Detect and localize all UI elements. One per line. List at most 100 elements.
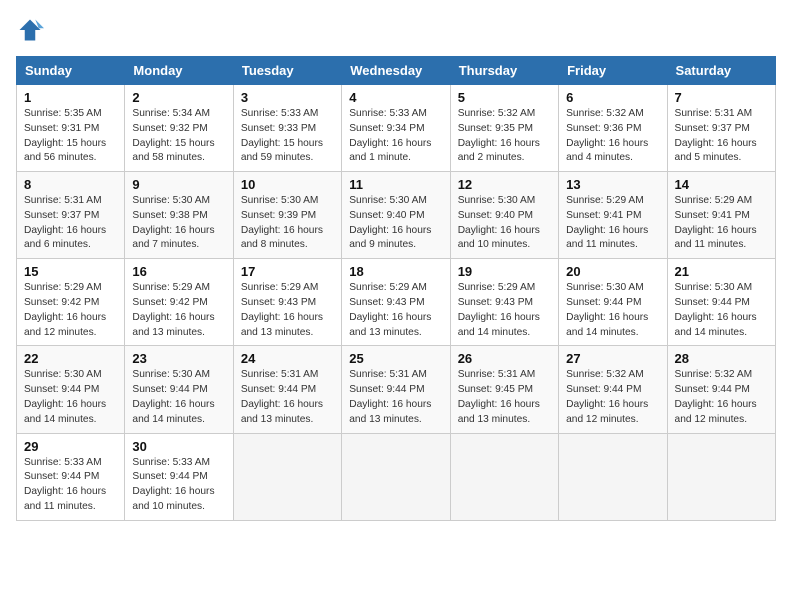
day-number: 9: [132, 177, 225, 192]
day-info: Sunrise: 5:29 AM Sunset: 9:41 PM Dayligh…: [566, 194, 659, 253]
day-cell-14: 14 Sunrise: 5:29 AM Sunset: 9:41 PM Dayli…: [667, 172, 775, 259]
day-info: Sunrise: 5:33 AM Sunset: 9:34 PM Dayligh…: [349, 107, 442, 166]
day-number: 4: [349, 90, 442, 105]
day-info: Sunrise: 5:29 AM Sunset: 9:41 PM Dayligh…: [675, 194, 768, 253]
day-info: Sunrise: 5:29 AM Sunset: 9:42 PM Dayligh…: [24, 281, 117, 340]
empty-cell: [559, 433, 667, 520]
day-cell-28: 28 Sunrise: 5:32 AM Sunset: 9:44 PM Dayli…: [667, 346, 775, 433]
day-number: 23: [132, 351, 225, 366]
day-cell-5: 5 Sunrise: 5:32 AM Sunset: 9:35 PM Daylig…: [450, 85, 558, 172]
day-info: Sunrise: 5:32 AM Sunset: 9:35 PM Dayligh…: [458, 107, 551, 166]
day-info: Sunrise: 5:30 AM Sunset: 9:44 PM Dayligh…: [24, 368, 117, 427]
day-cell-10: 10 Sunrise: 5:30 AM Sunset: 9:39 PM Dayli…: [233, 172, 341, 259]
day-cell-11: 11 Sunrise: 5:30 AM Sunset: 9:40 PM Dayli…: [342, 172, 450, 259]
day-number: 21: [675, 264, 768, 279]
day-number: 25: [349, 351, 442, 366]
day-number: 12: [458, 177, 551, 192]
day-info: Sunrise: 5:33 AM Sunset: 9:44 PM Dayligh…: [24, 456, 117, 515]
day-cell-8: 8Sunrise: 5:31 AM Sunset: 9:37 PM Daylig…: [17, 172, 125, 259]
empty-cell: [450, 433, 558, 520]
day-number: 2: [132, 90, 225, 105]
day-info: Sunrise: 5:32 AM Sunset: 9:44 PM Dayligh…: [566, 368, 659, 427]
day-cell-24: 24 Sunrise: 5:31 AM Sunset: 9:44 PM Dayli…: [233, 346, 341, 433]
day-number: 17: [241, 264, 334, 279]
header-tuesday: Tuesday: [233, 57, 341, 85]
day-number: 27: [566, 351, 659, 366]
day-number: 16: [132, 264, 225, 279]
day-info: Sunrise: 5:31 AM Sunset: 9:44 PM Dayligh…: [349, 368, 442, 427]
header-monday: Monday: [125, 57, 233, 85]
week-row-3: 15 Sunrise: 5:29 AM Sunset: 9:42 PM Dayli…: [17, 259, 776, 346]
day-number: 11: [349, 177, 442, 192]
day-info: Sunrise: 5:35 AM Sunset: 9:31 PM Dayligh…: [24, 107, 117, 166]
day-cell-20: 20 Sunrise: 5:30 AM Sunset: 9:44 PM Dayli…: [559, 259, 667, 346]
empty-cell: [342, 433, 450, 520]
day-info: Sunrise: 5:33 AM Sunset: 9:44 PM Dayligh…: [132, 456, 225, 515]
day-info: Sunrise: 5:30 AM Sunset: 9:39 PM Dayligh…: [241, 194, 334, 253]
day-info: Sunrise: 5:31 AM Sunset: 9:44 PM Dayligh…: [241, 368, 334, 427]
day-number: 10: [241, 177, 334, 192]
day-cell-17: 17 Sunrise: 5:29 AM Sunset: 9:43 PM Dayli…: [233, 259, 341, 346]
day-info: Sunrise: 5:32 AM Sunset: 9:44 PM Dayligh…: [675, 368, 768, 427]
day-number: 7: [675, 90, 768, 105]
day-number: 28: [675, 351, 768, 366]
page-header: [16, 16, 776, 44]
day-number: 26: [458, 351, 551, 366]
day-cell-15: 15 Sunrise: 5:29 AM Sunset: 9:42 PM Dayli…: [17, 259, 125, 346]
day-info: Sunrise: 5:29 AM Sunset: 9:43 PM Dayligh…: [458, 281, 551, 340]
day-number: 5: [458, 90, 551, 105]
day-cell-25: 25 Sunrise: 5:31 AM Sunset: 9:44 PM Dayli…: [342, 346, 450, 433]
header-wednesday: Wednesday: [342, 57, 450, 85]
day-cell-12: 12 Sunrise: 5:30 AM Sunset: 9:40 PM Dayli…: [450, 172, 558, 259]
day-number: 6: [566, 90, 659, 105]
day-info: Sunrise: 5:30 AM Sunset: 9:38 PM Dayligh…: [132, 194, 225, 253]
day-number: 29: [24, 439, 117, 454]
week-row-5: 29 Sunrise: 5:33 AM Sunset: 9:44 PM Dayli…: [17, 433, 776, 520]
empty-cell: [667, 433, 775, 520]
day-cell-30: 30Sunrise: 5:33 AM Sunset: 9:44 PM Dayli…: [125, 433, 233, 520]
day-cell-19: 19 Sunrise: 5:29 AM Sunset: 9:43 PM Dayli…: [450, 259, 558, 346]
day-info: Sunrise: 5:32 AM Sunset: 9:36 PM Dayligh…: [566, 107, 659, 166]
logo: [16, 16, 48, 44]
day-number: 3: [241, 90, 334, 105]
day-cell-23: 23 Sunrise: 5:30 AM Sunset: 9:44 PM Dayli…: [125, 346, 233, 433]
day-cell-16: 16 Sunrise: 5:29 AM Sunset: 9:42 PM Dayli…: [125, 259, 233, 346]
day-number: 15: [24, 264, 117, 279]
day-info: Sunrise: 5:33 AM Sunset: 9:33 PM Dayligh…: [241, 107, 334, 166]
week-row-4: 22 Sunrise: 5:30 AM Sunset: 9:44 PM Dayli…: [17, 346, 776, 433]
day-info: Sunrise: 5:29 AM Sunset: 9:42 PM Dayligh…: [132, 281, 225, 340]
day-info: Sunrise: 5:31 AM Sunset: 9:45 PM Dayligh…: [458, 368, 551, 427]
day-number: 14: [675, 177, 768, 192]
day-info: Sunrise: 5:30 AM Sunset: 9:44 PM Dayligh…: [132, 368, 225, 427]
day-number: 19: [458, 264, 551, 279]
day-info: Sunrise: 5:30 AM Sunset: 9:40 PM Dayligh…: [458, 194, 551, 253]
day-info: Sunrise: 5:30 AM Sunset: 9:44 PM Dayligh…: [566, 281, 659, 340]
day-cell-4: 4 Sunrise: 5:33 AM Sunset: 9:34 PM Daylig…: [342, 85, 450, 172]
header-thursday: Thursday: [450, 57, 558, 85]
empty-cell: [233, 433, 341, 520]
day-cell-27: 27 Sunrise: 5:32 AM Sunset: 9:44 PM Dayli…: [559, 346, 667, 433]
day-cell-6: 6 Sunrise: 5:32 AM Sunset: 9:36 PM Daylig…: [559, 85, 667, 172]
day-info: Sunrise: 5:30 AM Sunset: 9:40 PM Dayligh…: [349, 194, 442, 253]
day-cell-3: 3 Sunrise: 5:33 AM Sunset: 9:33 PM Daylig…: [233, 85, 341, 172]
day-cell-29: 29 Sunrise: 5:33 AM Sunset: 9:44 PM Dayli…: [17, 433, 125, 520]
logo-icon: [16, 16, 44, 44]
day-number: 22: [24, 351, 117, 366]
day-info: Sunrise: 5:34 AM Sunset: 9:32 PM Dayligh…: [132, 107, 225, 166]
week-row-1: 1 Sunrise: 5:35 AM Sunset: 9:31 PM Daylig…: [17, 85, 776, 172]
day-number: 1: [24, 90, 117, 105]
day-info: Sunrise: 5:30 AM Sunset: 9:44 PM Dayligh…: [675, 281, 768, 340]
day-number: 18: [349, 264, 442, 279]
day-cell-13: 13Sunrise: 5:29 AM Sunset: 9:41 PM Dayli…: [559, 172, 667, 259]
header-sunday: Sunday: [17, 57, 125, 85]
header-saturday: Saturday: [667, 57, 775, 85]
day-info: Sunrise: 5:29 AM Sunset: 9:43 PM Dayligh…: [349, 281, 442, 340]
day-cell-21: 21 Sunrise: 5:30 AM Sunset: 9:44 PM Dayli…: [667, 259, 775, 346]
day-cell-26: 26 Sunrise: 5:31 AM Sunset: 9:45 PM Dayli…: [450, 346, 558, 433]
day-info: Sunrise: 5:29 AM Sunset: 9:43 PM Dayligh…: [241, 281, 334, 340]
day-number: 8: [24, 177, 117, 192]
day-cell-18: 18 Sunrise: 5:29 AM Sunset: 9:43 PM Dayli…: [342, 259, 450, 346]
day-number: 20: [566, 264, 659, 279]
day-number: 24: [241, 351, 334, 366]
day-cell-7: 7Sunrise: 5:31 AM Sunset: 9:37 PM Daylig…: [667, 85, 775, 172]
